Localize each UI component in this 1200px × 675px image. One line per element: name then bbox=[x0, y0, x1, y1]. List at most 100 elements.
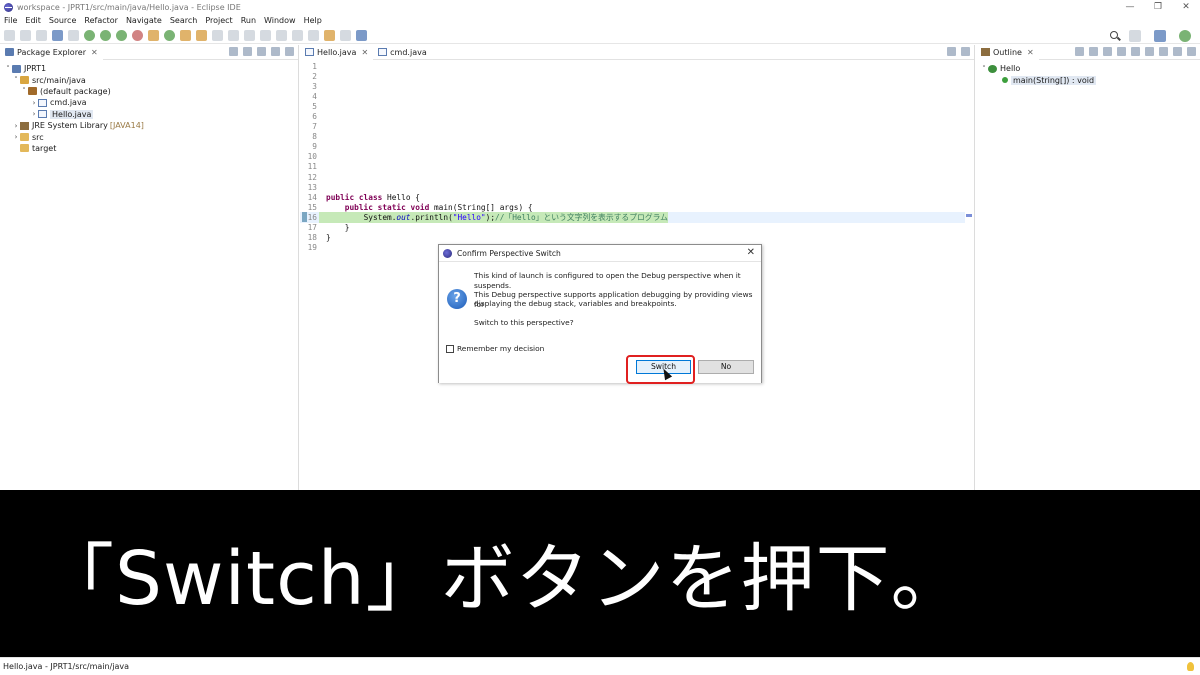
toggle-mark-occurrences-icon[interactable] bbox=[228, 29, 239, 41]
tree-item-src-main-java[interactable]: ˅ src/main/java bbox=[0, 74, 298, 85]
menu-file[interactable]: File bbox=[4, 16, 17, 25]
tab-hello-java[interactable]: Hello.java ✕ bbox=[300, 44, 374, 60]
external-tools-icon[interactable] bbox=[132, 29, 143, 41]
tree-item-hello-java[interactable]: › Hello.java bbox=[0, 109, 298, 120]
dialog-close-icon[interactable]: ✕ bbox=[747, 247, 755, 258]
expand-chevron-icon[interactable]: ˅ bbox=[20, 87, 28, 95]
class-icon bbox=[988, 64, 997, 73]
editor-actions bbox=[942, 47, 970, 56]
search-icon[interactable] bbox=[1109, 30, 1121, 42]
link-with-editor-icon[interactable] bbox=[243, 47, 252, 56]
tree-item-target[interactable]: target bbox=[0, 143, 298, 154]
skip-breakpoints-icon[interactable] bbox=[68, 29, 79, 41]
last-edit-location-icon[interactable] bbox=[308, 29, 319, 41]
outline-item-class[interactable]: ˅ Hello bbox=[976, 63, 1200, 74]
collapsed-chevron-icon[interactable]: › bbox=[30, 99, 38, 107]
tree-item-cmd-java[interactable]: › cmd.java bbox=[0, 97, 298, 108]
menu-edit[interactable]: Edit bbox=[25, 16, 41, 25]
save-icon[interactable] bbox=[20, 29, 31, 41]
outline-class-label: Hello bbox=[1000, 64, 1021, 74]
checkbox-box[interactable] bbox=[446, 344, 454, 353]
tip-bulb-icon[interactable] bbox=[1187, 662, 1194, 671]
menu-project[interactable]: Project bbox=[205, 16, 232, 25]
show-whitespace-icon[interactable] bbox=[260, 29, 271, 41]
eclipse-logo-icon bbox=[443, 248, 452, 258]
status-text: Hello.java - JPRT1/src/main/java bbox=[3, 662, 130, 671]
menu-source[interactable]: Source bbox=[49, 16, 76, 25]
next-annotation-icon[interactable] bbox=[276, 29, 287, 41]
tree-item-src[interactable]: › src bbox=[0, 131, 298, 142]
pin-editor-icon[interactable] bbox=[356, 29, 367, 41]
expand-chevron-icon[interactable]: ˅ bbox=[4, 65, 12, 73]
hide-local-types-icon[interactable] bbox=[1145, 47, 1154, 56]
open-perspective-icon[interactable] bbox=[1129, 30, 1141, 42]
close-window-button[interactable]: ✕ bbox=[1172, 0, 1200, 14]
sort-icon[interactable] bbox=[1089, 47, 1098, 56]
java-file-icon bbox=[38, 110, 47, 119]
tab-outline[interactable]: Outline ✕ bbox=[976, 44, 1039, 60]
close-tab-icon[interactable]: ✕ bbox=[361, 48, 368, 57]
hide-fields-icon[interactable] bbox=[1103, 47, 1112, 56]
close-tab-icon[interactable]: ✕ bbox=[91, 48, 98, 57]
line-number: 4 bbox=[312, 91, 317, 101]
remember-decision-checkbox[interactable]: Remember my decision bbox=[446, 344, 544, 353]
previous-annotation-icon[interactable] bbox=[292, 29, 303, 41]
tree-item-default-package[interactable]: ˅ (default package) bbox=[0, 86, 298, 97]
run-icon[interactable] bbox=[100, 29, 111, 41]
collapsed-chevron-icon[interactable]: › bbox=[12, 133, 20, 141]
menu-window[interactable]: Window bbox=[264, 16, 296, 25]
minimize-view-icon[interactable] bbox=[271, 47, 280, 56]
minimize-view-icon[interactable] bbox=[1173, 47, 1182, 56]
expand-chevron-icon[interactable]: ˅ bbox=[12, 76, 20, 84]
tree-item-jre-library[interactable]: › JRE System Library [JAVA14] bbox=[0, 120, 298, 131]
menu-help[interactable]: Help bbox=[304, 16, 322, 25]
terminal-icon[interactable] bbox=[52, 29, 63, 41]
tab-package-explorer[interactable]: Package Explorer ✕ bbox=[0, 44, 103, 60]
view-menu-icon[interactable] bbox=[1159, 47, 1168, 56]
tab-label: cmd.java bbox=[390, 47, 427, 57]
collapse-all-icon[interactable] bbox=[229, 47, 238, 56]
window-controls: — ❐ ✕ bbox=[1116, 0, 1200, 14]
maximize-view-icon[interactable] bbox=[285, 47, 294, 56]
menu-search[interactable]: Search bbox=[170, 16, 197, 25]
code-area[interactable]: 1 2 3 4 5 6 7 8 9 10 11 12 13 14 public c… bbox=[300, 61, 965, 253]
toggle-block-selection-icon[interactable] bbox=[244, 29, 255, 41]
menu-refactor[interactable]: Refactor bbox=[84, 16, 118, 25]
hide-static-icon[interactable] bbox=[1117, 47, 1126, 56]
save-all-icon[interactable] bbox=[36, 29, 47, 41]
tree-item-project[interactable]: ˅ JPRT1 bbox=[0, 63, 298, 74]
tab-cmd-java[interactable]: cmd.java bbox=[373, 45, 432, 60]
menu-run[interactable]: Run bbox=[241, 16, 256, 25]
debug-icon[interactable] bbox=[84, 29, 95, 41]
overview-ruler-marker[interactable] bbox=[966, 214, 972, 217]
menu-navigate[interactable]: Navigate bbox=[126, 16, 162, 25]
minimize-button[interactable]: — bbox=[1116, 0, 1144, 14]
collapse-all-icon[interactable] bbox=[1075, 47, 1084, 56]
maximize-view-icon[interactable] bbox=[1187, 47, 1196, 56]
line-number: 8 bbox=[312, 132, 317, 142]
coverage-icon[interactable] bbox=[116, 29, 127, 41]
outline-item-method[interactable]: main(String[]) : void bbox=[976, 74, 1200, 85]
collapsed-chevron-icon[interactable]: › bbox=[30, 110, 38, 118]
breakpoint-marker-icon[interactable] bbox=[302, 212, 307, 223]
new-class-icon[interactable] bbox=[164, 29, 175, 41]
java-perspective-icon[interactable] bbox=[1154, 30, 1166, 42]
maximize-editor-icon[interactable] bbox=[961, 47, 970, 56]
back-icon[interactable] bbox=[324, 29, 335, 41]
new-icon[interactable] bbox=[4, 29, 15, 41]
hide-nonpublic-icon[interactable] bbox=[1131, 47, 1140, 56]
expand-chevron-icon[interactable]: ˅ bbox=[980, 65, 988, 73]
close-tab-icon[interactable]: ✕ bbox=[1027, 48, 1034, 57]
open-type-icon[interactable] bbox=[180, 29, 191, 41]
line-number: 9 bbox=[312, 142, 317, 152]
view-menu-icon[interactable] bbox=[257, 47, 266, 56]
forward-icon[interactable] bbox=[340, 29, 351, 41]
open-task-icon[interactable] bbox=[196, 29, 207, 41]
debug-perspective-icon[interactable] bbox=[1179, 30, 1191, 42]
minimize-editor-icon[interactable] bbox=[947, 47, 956, 56]
no-button[interactable]: No bbox=[698, 360, 754, 374]
restore-button[interactable]: ❐ bbox=[1144, 0, 1172, 14]
search-toolbar-icon[interactable] bbox=[212, 29, 223, 41]
new-java-project-icon[interactable] bbox=[148, 29, 159, 41]
collapsed-chevron-icon[interactable]: › bbox=[12, 122, 20, 130]
